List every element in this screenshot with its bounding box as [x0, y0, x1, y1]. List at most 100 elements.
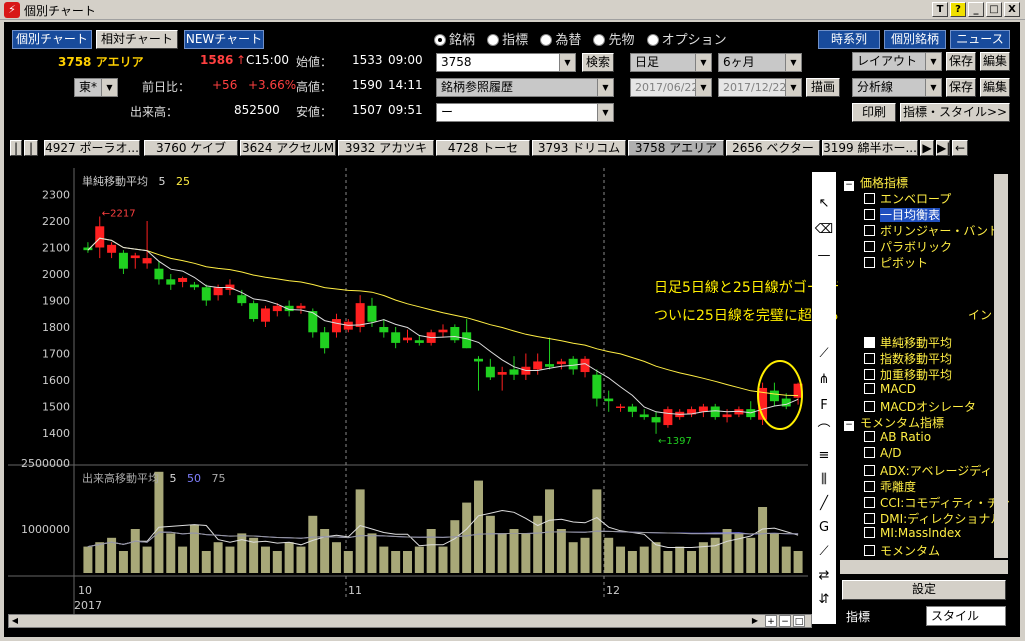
tree-item[interactable]: ADX:アベレージディレ: [864, 462, 1004, 478]
tree-item[interactable]: 乖離度: [864, 478, 916, 494]
ticker-tab[interactable]: 3624 アクセルM: [240, 140, 336, 156]
tree-item[interactable]: MI:MassIndex: [864, 526, 961, 542]
search-button[interactable]: 検索: [582, 53, 614, 72]
tree-item[interactable]: MACD: [864, 382, 916, 398]
tree-scrollbar[interactable]: [994, 174, 1008, 558]
code-input[interactable]: 3758 ▼: [436, 53, 576, 72]
from-date-field[interactable]: 2017/06/22 ▼: [630, 78, 712, 97]
tree-item[interactable]: ボリンジャー・バンド: [864, 222, 1000, 238]
tree-item[interactable]: A/D: [864, 446, 902, 462]
collapse-icon[interactable]: −: [844, 421, 854, 431]
price-chart[interactable]: 2300 2200 2100 2000 1900 1800 1700 1600 1500 1400…: [8, 168, 812, 614]
arc-tool-icon[interactable]: ⌒: [812, 420, 836, 444]
tree-item[interactable]: 加重移動平均: [864, 366, 952, 382]
channel-tool-icon[interactable]: ≡: [812, 444, 836, 468]
scroll-right-icon[interactable]: ▶: [749, 615, 761, 627]
horizontal-line-icon[interactable]: —: [812, 244, 836, 268]
timeseries-button[interactable]: 時系列: [818, 30, 880, 49]
ticker-tab[interactable]: 4927 ポーラオ...: [44, 140, 140, 156]
layout-save-button[interactable]: 保存: [946, 52, 976, 71]
prev-icon[interactable]: |: [24, 140, 38, 156]
gann-tool-icon[interactable]: G: [812, 516, 836, 540]
print-button[interactable]: 印刷: [852, 103, 896, 122]
close-button[interactable]: X: [1004, 2, 1020, 17]
minimize-button[interactable]: _: [968, 2, 984, 17]
tree-item[interactable]: モメンタム: [864, 542, 940, 558]
tree-item[interactable]: 指数移動平均: [864, 350, 952, 366]
ticker-tab[interactable]: 3199 綿半ホー...: [822, 140, 918, 156]
tree-item[interactable]: ピボット: [864, 254, 928, 270]
ticker-tab[interactable]: 3932 アカツキ: [338, 140, 434, 156]
trend-tool-icon[interactable]: ⟋: [812, 342, 836, 366]
last-icon[interactable]: ▶|: [936, 140, 950, 156]
ticker-tab-active[interactable]: 3758 アエリア: [628, 140, 724, 156]
blank-select[interactable]: ー ▼: [436, 103, 614, 122]
indicator-style-button[interactable]: 指標・スタイル>>: [900, 103, 1010, 122]
maximize-button[interactable]: □: [986, 2, 1002, 17]
analysis-save-button[interactable]: 保存: [946, 78, 976, 97]
analysis-edit-button[interactable]: 編集: [980, 78, 1010, 97]
tree-item[interactable]: エンベロープ: [864, 190, 951, 206]
analysis-select[interactable]: 分析線 ▼: [852, 78, 942, 97]
range-select[interactable]: 6ヶ月 ▼: [718, 53, 802, 72]
tab-indicators[interactable]: 指標: [842, 608, 922, 626]
tab-style[interactable]: スタイル: [926, 606, 1006, 626]
eraser-icon[interactable]: ⌫: [812, 218, 836, 242]
group-momentum[interactable]: − モメンタム指標: [844, 414, 944, 431]
back-arrow-icon[interactable]: ←: [952, 140, 968, 156]
chevron-down-icon: ▼: [695, 54, 711, 71]
radio-group[interactable]: 銘柄 指標 為替 先物 オプション: [434, 29, 727, 48]
period-tool-icon[interactable]: ⇄: [812, 564, 836, 588]
first-icon[interactable]: |: [10, 140, 22, 156]
tree-item[interactable]: DMI:ディレクショナル: [864, 510, 1002, 526]
tree-item[interactable]: CCI:コモディティ・チャ: [864, 494, 1011, 510]
help-button[interactable]: ?: [950, 2, 966, 17]
radio-options[interactable]: オプション: [646, 33, 727, 48]
layout-select[interactable]: レイアウト ▼: [852, 52, 942, 71]
stock-button[interactable]: 個別銘柄: [884, 30, 946, 49]
ticker-tab[interactable]: 3760 ケイブ: [144, 140, 238, 156]
ticker-tab[interactable]: 3793 ドリコム: [532, 140, 626, 156]
period-type-select[interactable]: 日足 ▼: [630, 53, 712, 72]
cursor-icon[interactable]: ↖: [812, 192, 836, 216]
zoom-in-icon[interactable]: +: [765, 615, 777, 627]
measure-tool-icon[interactable]: ⇵: [812, 588, 836, 612]
settings-button[interactable]: 設定: [842, 580, 1006, 600]
zoom-reset-icon[interactable]: □: [793, 615, 805, 627]
tree-item[interactable]: 単純移動平均: [864, 334, 952, 350]
zoom-out-icon[interactable]: −: [779, 615, 791, 627]
tree-item[interactable]: MACDオシレータ: [864, 398, 976, 414]
tree-item[interactable]: AB Ratio: [864, 430, 931, 446]
font-button[interactable]: T: [932, 2, 948, 17]
fibonacci-icon[interactable]: F: [812, 394, 836, 418]
to-date-field[interactable]: 2017/12/22 ▼: [718, 78, 802, 97]
radio-futures[interactable]: 先物: [593, 33, 634, 48]
line-tool-icon[interactable]: ╱: [812, 492, 836, 516]
chart-hscrollbar[interactable]: ◀ ▶ + − □: [8, 614, 812, 628]
volume-bar: [118, 551, 128, 573]
ticker-tab[interactable]: 4728 トーセ: [436, 140, 530, 156]
stock-code-name: 3758 アエリア: [58, 55, 144, 69]
tree-hscrollbar[interactable]: [840, 560, 1008, 574]
fan-tool-icon[interactable]: ⋔: [812, 368, 836, 392]
fib-time-icon[interactable]: ⫼: [812, 468, 836, 492]
ticker-tab[interactable]: 2656 ベクター: [726, 140, 820, 156]
tab-individual-chart[interactable]: 個別チャート: [12, 30, 92, 49]
tab-new-chart[interactable]: NEWチャート: [184, 30, 264, 49]
group-price[interactable]: − 価格指標: [844, 174, 908, 191]
radio-stock[interactable]: 銘柄: [434, 33, 475, 48]
scroll-left-icon[interactable]: ◀: [9, 615, 21, 627]
market-select[interactable]: 東* ▼: [74, 78, 118, 97]
tree-item[interactable]: 一目均衡表: [864, 206, 941, 222]
history-select[interactable]: 銘柄参照履歴 ▼: [436, 78, 614, 97]
radio-forex[interactable]: 為替: [540, 33, 581, 48]
news-button[interactable]: ニュース: [950, 30, 1010, 49]
tree-item[interactable]: パラボリック: [864, 238, 952, 254]
layout-edit-button[interactable]: 編集: [980, 52, 1010, 71]
ray-tool-icon[interactable]: ⟋: [812, 540, 836, 564]
draw-button[interactable]: 描画: [806, 78, 840, 97]
tab-relative-chart[interactable]: 相対チャート: [96, 30, 178, 49]
radio-indicator[interactable]: 指標: [487, 33, 528, 48]
collapse-icon[interactable]: −: [844, 181, 854, 191]
next-icon[interactable]: ▶: [920, 140, 934, 156]
